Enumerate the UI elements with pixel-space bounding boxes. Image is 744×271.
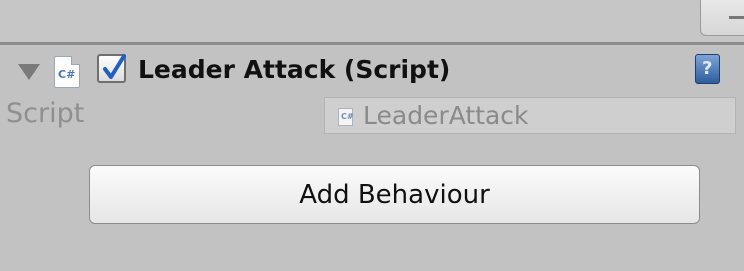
script-field[interactable]: C# LeaderAttack <box>324 97 736 134</box>
help-icon-glyph: ? <box>702 58 713 79</box>
csharp-script-icon: C# <box>54 56 80 88</box>
add-behaviour-button[interactable]: Add Behaviour <box>89 165 700 224</box>
inspector-top-area <box>0 0 744 42</box>
help-book-icon[interactable]: ? <box>695 54 720 84</box>
csharp-script-icon: C# <box>338 108 354 126</box>
script-icon-label: C# <box>58 68 76 81</box>
mini-icon-label: C# <box>341 112 354 121</box>
window-menu-tab[interactable] <box>700 0 744 36</box>
script-field-label: Script <box>6 98 85 129</box>
triangle-down-icon[interactable] <box>18 64 40 80</box>
script-field-value: LeaderAttack <box>363 101 529 130</box>
component-title: Leader Attack (Script) <box>138 55 451 84</box>
check-icon <box>103 54 126 79</box>
minus-icon <box>729 16 744 19</box>
component-enabled-checkbox[interactable] <box>97 54 126 83</box>
